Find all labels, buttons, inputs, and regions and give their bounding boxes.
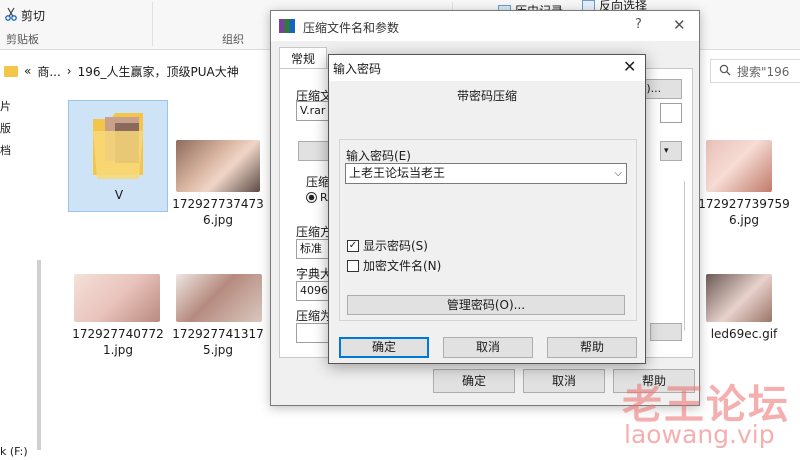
file-name: 1729277407721.jpg [72,327,164,357]
file-name: 1729277397596.jpg [698,197,790,227]
image-thumbnail[interactable] [706,274,772,322]
cancel-button[interactable]: 取消 [443,337,533,358]
ok-button[interactable]: 确定 [433,369,515,393]
winrar-icon [279,19,295,33]
file-item[interactable]: led69ec.gif [696,326,792,342]
file-name: 1729277413175.jpg [172,327,264,357]
file-item[interactable]: 1729277374736.jpg [170,196,266,228]
organize-group-label: 组织 [222,33,244,46]
show-password-label: 显示密码(S) [363,239,428,253]
file-name: 1729277374736.jpg [172,197,264,227]
nav-pane: 片 版 档 k (F:) [0,90,41,460]
archive-name-dropdown[interactable] [660,103,682,123]
folder-icon [4,65,18,77]
search-box[interactable]: 搜索"196 [710,59,800,83]
archive-dialog-title: 压缩文件名和参数 [303,21,400,35]
update-mode-dropdown[interactable]: ▾ [660,141,682,161]
show-password-checkbox[interactable]: ✓ 显示密码(S) [347,237,428,254]
close-icon[interactable]: ✕ [623,57,636,76]
search-placeholder: 搜索"196 [737,64,790,79]
address-bar[interactable]: « 商... › 196_人生赢家，顶级PUA大神 [4,59,300,83]
back-chevrons[interactable]: « [24,64,31,78]
password-dialog-title: 输入密码 [333,62,382,76]
set-password-button[interactable] [650,323,682,341]
cut-label: 剪切 [21,9,46,23]
breadcrumb-chevron[interactable]: › [67,64,72,78]
file-name: led69ec.gif [710,327,778,341]
ok-button[interactable]: 确定 [339,337,429,358]
encrypt-names-label: 加密文件名(N) [363,259,442,273]
file-item[interactable]: 1729277413175.jpg [170,326,266,358]
password-value: 上老王论坛当老王 [349,166,446,180]
close-icon[interactable]: ✕ [673,16,686,34]
file-item[interactable]: 1729277397596.jpg [696,196,792,228]
archive-dialog-titlebar[interactable]: 压缩文件名和参数 ? ✕ [271,11,699,41]
password-dialog: 输入密码 ✕ 带密码压缩 输入密码(E) 上老王论坛当老王 ⌵ ✓ 显示密码(S… [328,54,646,364]
password-input-label: 输入密码(E) [346,149,411,163]
nav-item-partial[interactable]: 片 [0,98,11,114]
split-label: 压缩为 [296,309,333,323]
cancel-button[interactable]: 取消 [523,369,605,393]
search-icon [719,64,731,79]
file-name: V [114,188,124,202]
checkbox-checked-icon: ✓ [347,239,359,252]
dictionary-label: 字典大 [296,267,333,281]
ribbon-separator [152,2,153,46]
watermark-domain: laowang.vip [624,420,775,449]
file-item[interactable]: 1729277407721.jpg [70,326,166,358]
help-icon[interactable]: ? [635,17,642,32]
nav-scrollbar[interactable] [37,260,41,450]
password-dialog-heading: 带密码压缩 [456,89,517,103]
checkbox-unchecked-icon [347,259,359,272]
image-thumbnail[interactable] [176,140,260,192]
nav-drive-item[interactable]: k (F:) [0,445,28,458]
folder-icon [93,113,143,179]
clipboard-group-label: 剪贴板 [6,33,39,46]
image-thumbnail[interactable] [706,140,772,192]
chevron-down-icon[interactable]: ⌵ [614,164,622,183]
method-label: 压缩方 [296,225,333,239]
radio-selected-icon [306,192,317,203]
manage-passwords-button[interactable]: 管理密码(O)... [347,295,625,315]
nav-item-partial[interactable]: 版 [0,120,11,136]
format-label: 压缩 [306,175,331,189]
password-input[interactable]: 上老王论坛当老王 ⌵ [345,163,627,184]
tab-general[interactable]: 常规 [279,47,327,69]
cut-button[interactable]: 剪切 [4,7,45,24]
encrypt-names-checkbox[interactable]: 加密文件名(N) [347,257,441,274]
image-thumbnail[interactable] [74,274,160,322]
options-group-border [684,181,685,331]
password-dialog-titlebar[interactable]: 输入密码 ✕ [329,55,645,81]
scissors-icon [4,7,18,24]
image-thumbnail[interactable] [176,274,262,322]
file-item-folder[interactable]: V [68,100,168,212]
breadcrumb-current[interactable]: 196_人生赢家，顶级PUA大神 [78,63,239,80]
breadcrumb-part[interactable]: 商... [37,63,60,80]
nav-item-partial[interactable]: 档 [0,142,11,158]
help-button[interactable]: 帮助 [547,337,637,358]
